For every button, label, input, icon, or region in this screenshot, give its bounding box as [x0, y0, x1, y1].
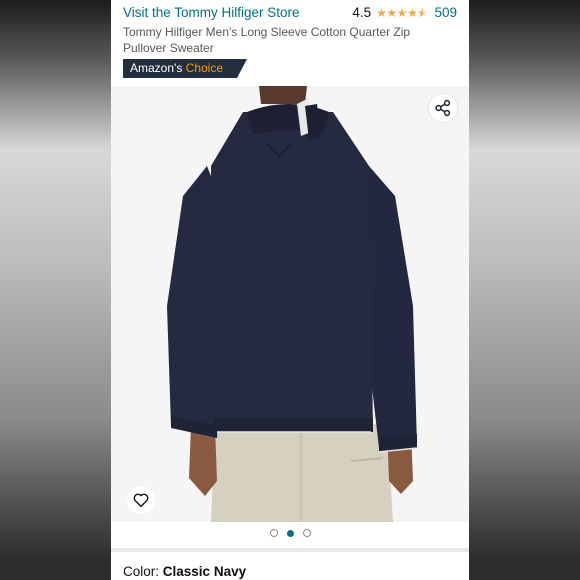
badge-choice: Choice — [185, 61, 224, 75]
heart-icon — [133, 493, 149, 508]
color-value: Classic Navy — [162, 564, 247, 579]
rating-value: 4.5 — [352, 5, 372, 20]
image-pagination-dots — [111, 522, 469, 544]
product-image-gallery[interactable] — [111, 86, 469, 522]
half-star-icon: ★ — [417, 6, 428, 20]
color-label: Color: — [123, 564, 160, 579]
star-icon: ★ — [396, 5, 408, 20]
product-image[interactable] — [111, 86, 469, 522]
product-screen: Visit the Tommy Hilfiger Store 4.5 ★ ★ ★… — [111, 0, 469, 580]
background-blur-right — [469, 0, 580, 580]
rating-summary[interactable]: 4.5 ★ ★ ★ ★ ★ 509 — [352, 5, 457, 20]
background-blur-left — [0, 0, 111, 580]
section-divider — [111, 548, 469, 552]
badge-prefix: Amazon's — [130, 61, 183, 75]
star-rating: ★ ★ ★ ★ ★ — [376, 5, 428, 20]
star-icon: ★ — [376, 5, 387, 20]
star-icon: ★ — [386, 5, 397, 20]
product-title: Tommy Hilfiger Men's Long Sleeve Cotton … — [123, 25, 411, 55]
store-link[interactable]: Visit the Tommy Hilfiger Store — [123, 5, 300, 20]
pagination-dot-2-active[interactable] — [286, 529, 294, 537]
share-button[interactable] — [429, 94, 457, 122]
pagination-dot-3[interactable] — [302, 529, 311, 537]
share-icon — [435, 99, 451, 117]
star-icon: ★ — [406, 5, 418, 20]
color-selection: Color: Classic Navy — [123, 564, 246, 579]
amazons-choice-badge: Amazon's Choice — [123, 59, 247, 78]
review-count[interactable]: 509 — [434, 5, 457, 20]
product-header: Visit the Tommy Hilfiger Store 4.5 ★ ★ ★… — [111, 0, 469, 86]
pagination-dot-1[interactable] — [269, 529, 278, 537]
wishlist-button[interactable] — [127, 486, 155, 514]
